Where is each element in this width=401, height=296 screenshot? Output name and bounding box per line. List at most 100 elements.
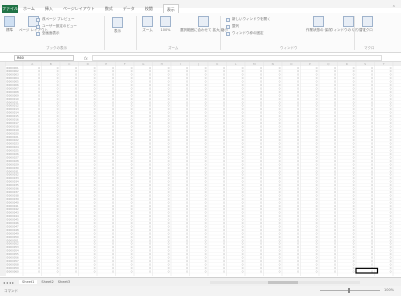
zoom-100-button[interactable]: 100% [160, 16, 171, 32]
macros-button[interactable]: マクロ [362, 16, 373, 33]
row-id-cell: ID000007 [6, 86, 19, 90]
custom-views-icon [36, 24, 40, 29]
row-id-cell: ID000031 [6, 169, 19, 173]
name-box[interactable]: R60 [14, 55, 74, 61]
cell-value: 0 [242, 269, 244, 273]
ribbon: 標準 ページ レイアウト 改ページ プレビュー ユーザー設定のビュー 全画面表示… [0, 13, 401, 53]
row-id-cell: ID000053 [6, 245, 19, 249]
row-id-cell: ID000029 [6, 162, 19, 166]
row-id-cell: ID000042 [6, 207, 19, 211]
row-id-cell: ID000048 [6, 228, 19, 232]
formula-input[interactable] [91, 55, 382, 61]
row-id-cell: ID000010 [6, 97, 19, 101]
row-id-cell: ID000008 [6, 90, 19, 94]
sheet-tab-1[interactable]: Sheet1 [19, 280, 38, 284]
tab-file[interactable]: ファイル [2, 4, 18, 13]
zoom-to-selection-icon [198, 16, 210, 27]
zoom-slider[interactable] [320, 288, 380, 293]
arrange-all-button[interactable]: 整列 [226, 24, 239, 29]
group-separator [354, 16, 355, 50]
row-id-cell: ID000026 [6, 152, 19, 156]
horizontal-scrollbar-thumb[interactable] [268, 281, 298, 284]
freeze-panes-button[interactable]: ウィンドウ枠の固定 [226, 31, 264, 36]
full-screen-icon [36, 31, 40, 36]
sheet-tab-2[interactable]: Sheet2 [41, 280, 53, 284]
row-id-cell: ID000028 [6, 159, 19, 163]
show-label: 表示 [114, 29, 121, 33]
row-id-cell: ID000055 [6, 252, 19, 256]
row-id-cell: ID000017 [6, 121, 19, 125]
row-id-cell: ID000041 [6, 204, 19, 208]
save-workspace-button[interactable]: 作業状態の 保存 [306, 16, 332, 33]
cell-value: 0 [390, 269, 392, 273]
switch-windows-button[interactable]: ウィンドウの 切り替え [330, 16, 366, 33]
cell-value: 0 [260, 269, 262, 273]
column-header-p: P [309, 62, 311, 66]
cell-value: 0 [223, 269, 225, 273]
column-header-n: N [272, 62, 274, 66]
cell-value: 0 [279, 269, 281, 273]
tab-home[interactable]: ホーム [23, 4, 35, 13]
new-window-label: 新しいウィンドウを開く [232, 17, 271, 21]
column-header-f: F [124, 62, 126, 66]
row-id-cell: ID000022 [6, 138, 19, 142]
fx-icon[interactable]: fx [84, 56, 88, 61]
column-header-j: J [197, 62, 199, 66]
tab-data[interactable]: データ [123, 4, 135, 13]
full-screen-button[interactable]: 全画面表示 [36, 31, 60, 36]
cell-value: 0 [205, 269, 207, 273]
row-header-bar [0, 62, 5, 276]
page-break-preview-button[interactable]: 改ページ プレビュー [36, 17, 75, 22]
row-id-cell: ID000046 [6, 221, 19, 225]
row-id-cell: ID000052 [6, 242, 19, 246]
tab-view[interactable]: 表示 [162, 3, 179, 14]
row-id-cell: ID000060 [6, 269, 19, 273]
zoom-100-label: 100% [160, 28, 171, 32]
row-id-cell: ID000059 [6, 266, 19, 270]
new-window-button[interactable]: 新しいウィンドウを開く [226, 17, 271, 22]
ribbon-minimize-icon[interactable]: ⌃ [392, 5, 396, 11]
arrange-label: 整列 [232, 24, 239, 28]
cell-value: 0 [94, 269, 96, 273]
horizontal-scrollbar[interactable] [210, 281, 360, 284]
normal-view-button[interactable]: 標準 [4, 16, 15, 33]
cell-value: 0 [38, 269, 40, 273]
row-id-cell: ID000034 [6, 180, 19, 184]
row-id-cell: ID000047 [6, 224, 19, 228]
row-id-cell: ID000035 [6, 183, 19, 187]
zoom-button[interactable]: ズーム [142, 16, 153, 33]
group-label-workbook-views: ブックの表示 [46, 46, 67, 50]
column-header-s: S [364, 62, 366, 66]
custom-views-button[interactable]: ユーザー設定のビュー [36, 24, 77, 29]
group-separator [136, 16, 137, 50]
ribbon-tab-bar: ファイル ホーム 挿入 ページレイアウト 数式 データ 校閲 表示 ⌃ [0, 3, 401, 14]
tab-formulas[interactable]: 数式 [105, 4, 113, 13]
status-text: コマンド [4, 288, 18, 293]
row-id-cell: ID000032 [6, 173, 19, 177]
cell-value: 0 [297, 269, 299, 273]
row-id-cell: ID000014 [6, 111, 19, 115]
row-id-cell: ID000051 [6, 238, 19, 242]
macros-icon [362, 16, 373, 27]
column-header-c: C [68, 62, 70, 66]
worksheet-grid[interactable]: A B C D E F G H I J K L M N O P Q R S T ID000001 0 0 0 0 0 0 0 0 0 0 0 0… [0, 62, 401, 276]
cell-value: 0 [186, 269, 188, 273]
column-header-t: T [382, 62, 385, 66]
row-id-cell: ID000058 [6, 262, 19, 266]
normal-view-label: 標準 [6, 28, 13, 32]
zoom-100-icon [160, 16, 171, 27]
cell-value: 0 [149, 269, 151, 273]
sheet-tab-3[interactable]: Sheet3 [58, 280, 70, 284]
sheet-nav-arrows-icon[interactable]: ◂◂◂▸ [3, 280, 15, 285]
show-button[interactable]: 表示 [112, 17, 123, 34]
tab-page-layout[interactable]: ページレイアウト [63, 4, 95, 13]
cell-value: 0 [316, 269, 318, 273]
grid-svg: A B C D E F G H I J K L M N O P Q R S TID000001 0 0 0 0 0 0 0 0 0 0 0 0… [0, 62, 401, 276]
new-window-icon [226, 17, 230, 22]
row-id-cell: ID000024 [6, 145, 19, 149]
zoom-slider-knob[interactable] [348, 288, 350, 293]
freeze-panes-icon [226, 31, 230, 36]
tab-insert[interactable]: 挿入 [45, 4, 53, 13]
tab-review[interactable]: 校閲 [145, 4, 153, 13]
save-workspace-label: 作業状態の 保存 [306, 28, 332, 32]
